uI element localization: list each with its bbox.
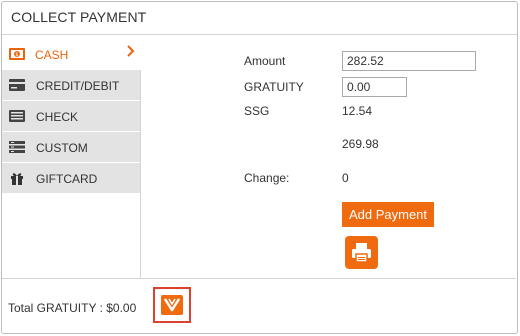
change-label: Change:	[244, 171, 290, 185]
ssg-value: 12.54	[342, 104, 373, 118]
gratuity-button[interactable]	[153, 287, 191, 323]
ssg-label: SSG	[244, 104, 270, 118]
credit-card-icon	[8, 77, 26, 93]
chevron-right-icon	[126, 44, 136, 58]
svg-text:$: $	[15, 52, 18, 58]
sidebar-item-label: CASH	[35, 48, 69, 62]
change-value: 0	[342, 171, 349, 185]
sidebar-item-credit-debit[interactable]: CREDIT/DEBIT	[2, 70, 140, 101]
subtotal-value: 269.98	[342, 137, 379, 151]
sidebar-item-label: CREDIT/DEBIT	[36, 79, 120, 93]
dialog-title: COLLECT PAYMENT	[2, 2, 517, 35]
footer-divider	[2, 278, 516, 279]
sidebar-item-cash[interactable]: $ CASH	[2, 39, 140, 70]
payment-method-sidebar: $ CASH CREDIT/DEBIT CHECK CUSTOM GIFTCAR…	[2, 39, 140, 194]
print-button[interactable]	[345, 236, 378, 269]
sidebar-item-label: CHECK	[36, 110, 79, 124]
gratuity-input[interactable]	[342, 77, 407, 97]
printer-icon	[352, 243, 371, 263]
check-icon	[8, 108, 26, 124]
gift-icon	[8, 170, 26, 186]
amount-input[interactable]	[342, 51, 476, 71]
amount-label: Amount	[244, 54, 286, 68]
sidebar-divider	[140, 70, 141, 278]
sidebar-item-label: GIFTCARD	[36, 172, 98, 186]
total-gratuity-text: Total GRATUITY : $0.00	[8, 301, 137, 315]
sidebar-item-check[interactable]: CHECK	[2, 101, 140, 132]
gratuity-label: GRATUITY	[244, 80, 304, 94]
cash-icon: $	[8, 46, 26, 62]
gratuity-icon	[161, 295, 183, 315]
custom-icon	[8, 139, 26, 155]
sidebar-item-label: CUSTOM	[36, 141, 88, 155]
sidebar-item-giftcard[interactable]: GIFTCARD	[2, 163, 140, 194]
sidebar-item-custom[interactable]: CUSTOM	[2, 132, 140, 163]
add-payment-button[interactable]: Add Payment	[342, 202, 434, 227]
